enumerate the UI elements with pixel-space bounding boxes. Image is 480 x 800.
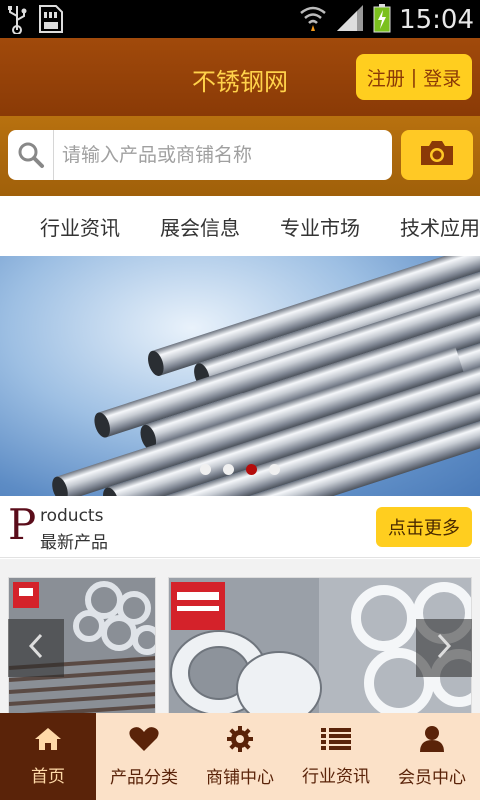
products-en-title: roducts — [40, 506, 104, 526]
nav-home[interactable]: 首页 — [0, 713, 96, 800]
battery-charging-icon — [373, 3, 391, 37]
nav-label: 商铺中心 — [206, 768, 274, 788]
camera-icon — [418, 138, 456, 172]
search-box[interactable] — [8, 130, 392, 180]
status-bar: 15:04 — [0, 0, 480, 38]
banner-image — [52, 256, 480, 496]
products-big-letter: P — [8, 500, 37, 549]
chevron-right-icon — [434, 631, 454, 665]
tab-tech[interactable]: 技术应用 — [400, 212, 480, 241]
register-link[interactable]: 注册 — [367, 64, 405, 91]
more-products-button[interactable]: 点击更多 — [376, 507, 472, 547]
app-header: 不锈钢网 注册 | 登录 — [0, 38, 480, 116]
carousel-dot-active[interactable] — [246, 464, 257, 475]
nav-categories[interactable]: 产品分类 — [96, 713, 192, 800]
nav-industry-news[interactable]: 行业资讯 — [288, 713, 384, 800]
carousel-dot[interactable] — [223, 464, 234, 475]
login-link[interactable]: 登录 — [423, 64, 461, 91]
nav-label: 产品分类 — [110, 768, 178, 788]
products-cn-title: 最新产品 — [40, 533, 108, 553]
nav-label: 会员中心 — [398, 768, 466, 788]
products-section-header: P roducts 最新产品 点击更多 — [0, 496, 480, 558]
auth-button[interactable]: 注册 | 登录 — [356, 54, 472, 100]
signal-icon — [335, 3, 365, 37]
wifi-icon — [299, 3, 327, 37]
search-icon[interactable] — [8, 130, 54, 180]
nav-shops[interactable]: 商铺中心 — [192, 713, 288, 800]
chevron-left-icon — [26, 631, 46, 665]
home-icon — [33, 726, 63, 756]
category-tabs: 行业资讯 展会信息 专业市场 技术应用 — [0, 196, 480, 256]
carousel-dots — [0, 464, 480, 475]
usb-icon — [6, 4, 28, 38]
camera-button[interactable] — [401, 130, 473, 180]
nav-label: 首页 — [31, 767, 65, 787]
tab-market[interactable]: 专业市场 — [280, 212, 360, 241]
list-icon — [320, 726, 352, 756]
banner-carousel[interactable] — [0, 256, 480, 496]
sd-card-icon — [38, 4, 64, 38]
app-screen: 15:04 不锈钢网 注册 | 登录 行业资讯 展会信息 专业市场 技术应用 — [0, 0, 480, 800]
nav-label: 行业资讯 — [302, 767, 370, 787]
bottom-nav: 首页 产品分类 商铺中心 行业资讯 会员中心 — [0, 713, 480, 800]
tab-industry-news[interactable]: 行业资讯 — [40, 212, 120, 241]
user-icon — [419, 725, 445, 757]
search-bar — [0, 116, 480, 196]
carousel-prev-button[interactable] — [8, 619, 64, 677]
carousel-dot[interactable] — [269, 464, 280, 475]
product-list — [0, 559, 480, 717]
gear-icon — [226, 725, 254, 757]
tab-exhibition[interactable]: 展会信息 — [160, 212, 240, 241]
nav-member[interactable]: 会员中心 — [384, 713, 480, 800]
clock: 15:04 — [399, 5, 474, 35]
heart-icon — [128, 725, 160, 757]
carousel-dot[interactable] — [200, 464, 211, 475]
carousel-next-button[interactable] — [416, 619, 472, 677]
auth-separator: | — [410, 66, 418, 88]
search-input[interactable] — [54, 131, 392, 179]
